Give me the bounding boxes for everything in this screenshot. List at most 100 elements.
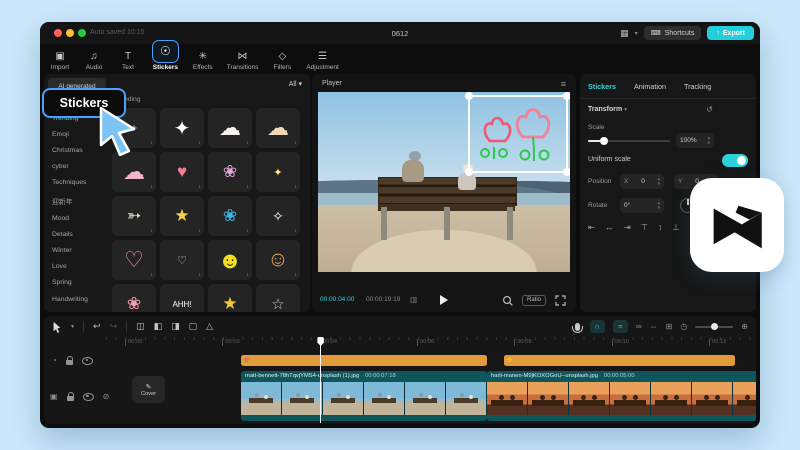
chevron-down-icon[interactable]: ▾ xyxy=(635,30,638,37)
align-right-icon[interactable]: ⇥ xyxy=(624,222,631,233)
sticker-pink-tulips[interactable]: ❀↓ xyxy=(112,284,156,312)
zoom-fit-icon[interactable]: ⊕ xyxy=(741,322,748,331)
download-icon[interactable]: ↓ xyxy=(246,140,249,146)
category-cyber[interactable]: cyber xyxy=(44,159,106,175)
sticker-clip-1[interactable]: ✿ xyxy=(241,355,487,366)
align-left-icon[interactable]: ⇤ xyxy=(588,222,595,233)
category-spring[interactable]: Spring xyxy=(44,275,106,291)
category-emoji[interactable]: Emoji xyxy=(44,126,106,142)
sticker-neon-heart[interactable]: ♡↓ xyxy=(112,240,156,280)
video-preview[interactable] xyxy=(318,92,570,272)
slider-knob[interactable] xyxy=(600,137,608,145)
download-icon[interactable]: ↓ xyxy=(150,272,153,278)
sticker-heart-ring[interactable]: ♡↓ xyxy=(160,240,204,280)
mirror-icon[interactable]: △ xyxy=(206,321,213,332)
tool-effects[interactable]: ✳Effects xyxy=(193,50,213,74)
download-icon[interactable]: ↓ xyxy=(246,184,249,190)
visibility-icon[interactable] xyxy=(83,393,94,401)
tab-animation[interactable]: Animation xyxy=(634,82,666,91)
sticker-selection-box[interactable] xyxy=(468,95,568,173)
category-details[interactable]: Details xyxy=(44,226,106,242)
stepper-icon[interactable]: ▴▾ xyxy=(658,177,660,187)
trim-right-icon[interactable]: ◨ xyxy=(171,321,180,332)
split-icon[interactable]: ◫ xyxy=(136,321,145,332)
download-icon[interactable]: ↓ xyxy=(246,228,249,234)
tab-stickers[interactable]: Stickers xyxy=(588,82,616,91)
playhead[interactable] xyxy=(320,337,321,423)
resize-handle[interactable] xyxy=(465,168,473,176)
resize-handle[interactable] xyxy=(465,92,473,100)
align-center-h-icon[interactable]: ↔ xyxy=(605,222,614,233)
sticker-fluffy-white-dog[interactable]: ☁↓ xyxy=(208,108,252,148)
cover-button[interactable]: ✎ Cover xyxy=(132,376,165,403)
export-button[interactable]: ↑ Export xyxy=(707,26,754,40)
ratio-button[interactable]: Ratio xyxy=(522,295,546,306)
uniform-scale-toggle[interactable] xyxy=(722,154,748,167)
tool-text[interactable]: TText xyxy=(118,50,138,74)
download-icon[interactable]: ↓ xyxy=(198,272,201,278)
align-top-icon[interactable]: ⊤ xyxy=(641,222,648,233)
download-icon[interactable]: ↓ xyxy=(198,140,201,146)
tool-filters[interactable]: ◇Filters xyxy=(272,50,292,74)
player-menu-icon[interactable]: ≡ xyxy=(561,79,566,89)
visibility-icon[interactable] xyxy=(82,357,93,365)
download-icon[interactable]: ↓ xyxy=(294,184,297,190)
tool-audio[interactable]: ♫Audio xyxy=(84,50,104,74)
sticker-astronaut-bear[interactable]: ☁↓ xyxy=(112,152,156,192)
shortcuts-button[interactable]: ⌨ Shortcuts xyxy=(644,26,702,40)
sticker-star-doodle[interactable]: ★↓ xyxy=(160,196,204,236)
sticker-blue-butterfly[interactable]: ❀↓ xyxy=(208,196,252,236)
download-icon[interactable]: ↓ xyxy=(150,184,153,190)
category-handwriting[interactable]: Handwriting xyxy=(44,291,106,307)
sticker-star-crown[interactable]: ★↓ xyxy=(208,284,252,312)
category-winter[interactable]: Winter xyxy=(44,243,106,259)
sticker-heart-hands[interactable]: ♥↓ xyxy=(160,152,204,192)
sticker-filter-dropdown[interactable]: All ▾ xyxy=(289,80,302,88)
chevron-down-icon[interactable]: ▾ xyxy=(71,323,74,330)
clock-icon[interactable]: ◔ xyxy=(52,357,57,365)
sticker-magic-star[interactable]: ☆↓ xyxy=(256,284,300,312)
video-clip-1[interactable]: matt-bennett-78hTqvjYMS4-unsplash (1).jp… xyxy=(241,371,487,421)
category-love[interactable]: Love xyxy=(44,259,106,275)
sticker-cream-cat[interactable]: ☁↓ xyxy=(256,108,300,148)
record-voiceover-icon[interactable] xyxy=(575,323,580,331)
align-middle-v-icon[interactable]: ↕ xyxy=(658,222,662,233)
spacing-icon[interactable]: ⇔ xyxy=(650,322,658,331)
delete-icon[interactable]: ▢ xyxy=(189,321,198,332)
tool-transitions[interactable]: ⋈Transitions xyxy=(227,50,259,74)
auto-snap-icon[interactable]: ≈ xyxy=(613,320,628,333)
main-track-icon[interactable]: ▣ xyxy=(50,393,58,401)
sticker-pink-butterfly[interactable]: ❀↓ xyxy=(208,152,252,192)
download-icon[interactable]: ↓ xyxy=(246,272,249,278)
sticker-white-dove[interactable]: ➳↓ xyxy=(112,196,156,236)
download-icon[interactable]: ↓ xyxy=(150,228,153,234)
sticker-star-flare[interactable]: ✦↓ xyxy=(160,108,204,148)
download-icon[interactable]: ↓ xyxy=(294,272,297,278)
sticker-gold-sparkles[interactable]: ✦↓ xyxy=(256,152,300,192)
lock-icon[interactable] xyxy=(67,396,74,401)
sticker-shiba-dog[interactable]: ☺↓ xyxy=(256,240,300,280)
align-bottom-icon[interactable]: ⊥ xyxy=(672,222,679,233)
rotate-value-box[interactable]: 0° ▴▾ xyxy=(620,198,664,213)
linking-icon[interactable]: ∞ xyxy=(636,322,642,331)
main-track-magnet-icon[interactable]: ∩ xyxy=(590,320,605,333)
play-button[interactable] xyxy=(440,295,448,305)
redo-icon[interactable]: ↪ xyxy=(110,321,118,332)
frame-view-icon[interactable]: ▥ xyxy=(410,295,418,304)
collapse-icon[interactable]: ▾ xyxy=(624,107,627,113)
scale-value-box[interactable]: 100% ▴▾ xyxy=(676,133,714,148)
position-x-box[interactable]: X 0 ▴▾ xyxy=(620,174,664,189)
category-mood[interactable]: Mood xyxy=(44,210,106,226)
sticker-white-sparkles[interactable]: ✧↓ xyxy=(256,196,300,236)
video-clip-2[interactable]: harli-manen-M9jKOXOGoU--unsplash.jpg00:0… xyxy=(487,371,756,421)
undo-icon[interactable]: ↩ xyxy=(93,321,101,332)
reset-icon[interactable]: ↺ xyxy=(706,105,713,114)
download-icon[interactable]: ↓ xyxy=(294,140,297,146)
zoom-preview-icon[interactable] xyxy=(502,295,514,307)
download-icon[interactable]: ↓ xyxy=(150,140,153,146)
stepper-icon[interactable]: ▴▾ xyxy=(658,201,660,211)
category-techniques[interactable]: Techniques xyxy=(44,175,106,191)
timeline-ruler[interactable]: 00:0000:0200:0400:0600:0800:1000:12 xyxy=(106,337,756,348)
sticker-clip-2[interactable]: ✿ xyxy=(504,355,735,366)
tool-adjustment[interactable]: ☰Adjustment xyxy=(306,50,339,74)
